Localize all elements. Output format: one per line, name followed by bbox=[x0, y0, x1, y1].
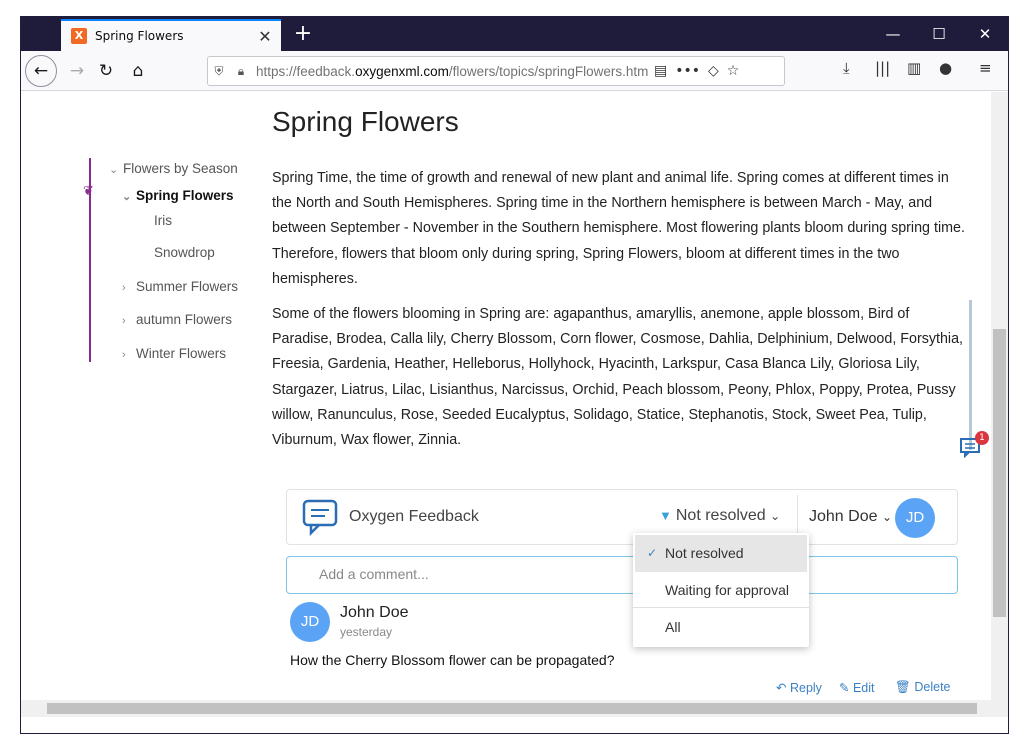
pencil-icon: ✎ bbox=[839, 681, 850, 695]
chevron-down-icon: ⌄ bbox=[122, 191, 132, 203]
url-text[interactable]: https://feedback.oxygenxml.com/flowers/t… bbox=[256, 64, 648, 79]
reader-view-icon[interactable]: ▤ bbox=[654, 63, 667, 79]
comment-author: John Doe bbox=[340, 604, 409, 621]
maximize-icon[interactable]: ☐ bbox=[916, 17, 962, 51]
shield-icon[interactable]: ⛨ bbox=[208, 64, 230, 79]
flowers-list-paragraph: Some of the flowers blooming in Spring a… bbox=[272, 306, 964, 449]
filter-dropdown-menu: ✓ Not resolved Waiting for approval All bbox=[633, 533, 809, 647]
feedback-logo-icon bbox=[301, 498, 339, 537]
reply-button[interactable]: ↶ Reply bbox=[776, 680, 822, 695]
comment-count-badge: 1 bbox=[975, 431, 989, 445]
divider bbox=[633, 607, 809, 608]
sidebar-icon[interactable]: ▥ bbox=[907, 59, 921, 77]
toc-iris[interactable]: Iris bbox=[154, 213, 172, 228]
edit-button[interactable]: ✎ Edit bbox=[839, 680, 875, 695]
chevron-right-icon: › bbox=[122, 349, 126, 361]
download-icon[interactable]: ⤓ bbox=[843, 59, 850, 77]
tab-strip: X Spring Flowers ✕ + — ☐ ✕ bbox=[21, 17, 1008, 51]
table-of-contents: ❦ ⌄ Flowers by Season ⌄ Spring Flowers Iri… bbox=[83, 158, 269, 362]
comment-author-avatar: JD bbox=[290, 602, 330, 642]
account-icon[interactable]: ● bbox=[939, 59, 952, 77]
comment-side-marker bbox=[969, 300, 972, 450]
home-icon[interactable]: ⌂ bbox=[124, 57, 152, 85]
toc-spring-flowers[interactable]: ⌄ Spring Flowers bbox=[122, 188, 234, 203]
menu-icon[interactable]: ≡ bbox=[979, 59, 992, 77]
checkmark-icon: ✓ bbox=[647, 546, 658, 560]
comment-time: yesterday bbox=[340, 625, 393, 639]
pocket-icon[interactable]: ◇ bbox=[708, 63, 719, 79]
filter-icon: ▼ bbox=[659, 508, 672, 523]
chevron-right-icon: › bbox=[122, 315, 126, 327]
feedback-title: Oxygen Feedback bbox=[349, 508, 479, 525]
chevron-down-icon: ⌄ bbox=[770, 509, 781, 523]
toc-winter-flowers[interactable]: › Winter Flowers bbox=[122, 346, 226, 361]
page-title: Spring Flowers bbox=[272, 106, 459, 137]
bookmark-star-icon[interactable]: ☆ bbox=[727, 63, 740, 79]
trash-icon: 🗑︎ bbox=[895, 680, 911, 694]
vertical-scrollbar[interactable] bbox=[991, 92, 1008, 717]
forward-arrow-icon[interactable]: → bbox=[63, 57, 91, 85]
option-waiting-for-approval[interactable]: Waiting for approval bbox=[633, 572, 809, 609]
intro-paragraph: Spring Time, the time of growth and rene… bbox=[272, 170, 965, 287]
navigation-bar: ← → ↻ ⌂ ⛨ 🔒︎ https://feedback.oxygenxml.… bbox=[21, 51, 1008, 91]
tab-spring-flowers[interactable]: X Spring Flowers ✕ bbox=[61, 19, 281, 51]
toc-flowers-by-season[interactable]: ⌄ Flowers by Season bbox=[109, 161, 238, 176]
reply-icon: ↶ bbox=[776, 681, 787, 695]
filter-dropdown[interactable]: ▼ Not resolved ⌄ bbox=[659, 507, 780, 525]
close-tab-icon[interactable]: ✕ bbox=[255, 27, 275, 46]
horizontal-scroll-thumb[interactable] bbox=[47, 703, 977, 714]
option-all[interactable]: All bbox=[633, 609, 809, 646]
page-actions-icon[interactable]: ••• bbox=[675, 63, 700, 79]
new-tab-plus-icon[interactable]: + bbox=[289, 21, 317, 47]
browser-window: X Spring Flowers ✕ + — ☐ ✕ ← → ↻ ⌂ ⛨ 🔒︎ … bbox=[20, 16, 1009, 734]
comment-text: How the Cherry Blossom flower can be pro… bbox=[290, 652, 615, 668]
feedback-header: Oxygen Feedback ▼ Not resolved ⌄ John Doe… bbox=[286, 489, 958, 545]
chevron-right-icon: › bbox=[122, 282, 126, 294]
toc-summer-flowers[interactable]: › Summer Flowers bbox=[122, 279, 238, 294]
option-not-resolved[interactable]: ✓ Not resolved bbox=[635, 535, 807, 572]
lock-icon[interactable]: 🔒︎ bbox=[230, 64, 252, 79]
vertical-scroll-thumb[interactable] bbox=[993, 329, 1006, 617]
user-avatar[interactable]: JD bbox=[895, 498, 935, 538]
leaf-icon: ❦ bbox=[83, 184, 94, 199]
comment-box[interactable] bbox=[286, 556, 958, 594]
horizontal-scrollbar[interactable] bbox=[21, 700, 993, 717]
user-menu[interactable]: John Doe ⌄ bbox=[809, 508, 892, 526]
toc-autumn-flowers[interactable]: › autumn Flowers bbox=[122, 312, 232, 327]
close-window-icon[interactable]: ✕ bbox=[962, 17, 1008, 51]
oxygen-favicon-icon: X bbox=[71, 28, 87, 44]
reload-icon[interactable]: ↻ bbox=[92, 57, 120, 85]
page-content: Spring Flowers ❦ ⌄ Flowers by Season ⌄ Spr… bbox=[21, 92, 993, 717]
minimize-icon[interactable]: — bbox=[870, 17, 916, 51]
url-bar[interactable]: ⛨ 🔒︎ https://feedback.oxygenxml.com/flow… bbox=[207, 56, 785, 86]
tab-title: Spring Flowers bbox=[95, 29, 184, 43]
delete-button[interactable]: 🗑︎ Delete bbox=[895, 680, 951, 695]
back-arrow-icon[interactable]: ← bbox=[25, 55, 57, 87]
chevron-down-icon: ⌄ bbox=[109, 164, 119, 176]
toc-snowdrop[interactable]: Snowdrop bbox=[154, 245, 215, 260]
chevron-down-icon: ⌄ bbox=[881, 510, 893, 524]
library-icon[interactable]: ||| bbox=[875, 59, 890, 77]
